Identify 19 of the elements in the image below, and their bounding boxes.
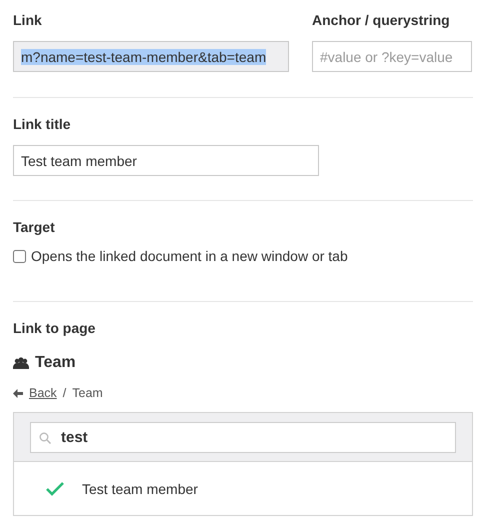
back-arrow-icon	[13, 388, 23, 398]
field-label: Anchor / querystring	[312, 12, 451, 28]
field-label: Link title	[13, 116, 72, 132]
breadcrumb-separator: /	[62, 386, 66, 400]
search-icon	[39, 432, 51, 444]
breadcrumb-current: Team	[72, 386, 103, 400]
section-label: Link to page	[13, 320, 96, 336]
new-window-checkbox[interactable]	[13, 250, 26, 262]
checkbox-label: Opens the linked document in a new window or tab	[31, 248, 348, 264]
result-item[interactable]: Test team member	[14, 462, 472, 515]
back-link[interactable]: Back	[29, 386, 57, 400]
search-field[interactable]: test	[30, 422, 456, 453]
page-heading: Team	[35, 354, 76, 372]
group-icon	[13, 357, 29, 369]
field-label: Link	[13, 12, 43, 28]
title-field[interactable]: Test team member	[13, 145, 319, 176]
anchor-field[interactable]: #value or ?key=value	[312, 41, 472, 72]
field-label: Target	[13, 219, 56, 235]
link-field[interactable]: m?name=test-team-member&tab=team	[13, 41, 289, 72]
